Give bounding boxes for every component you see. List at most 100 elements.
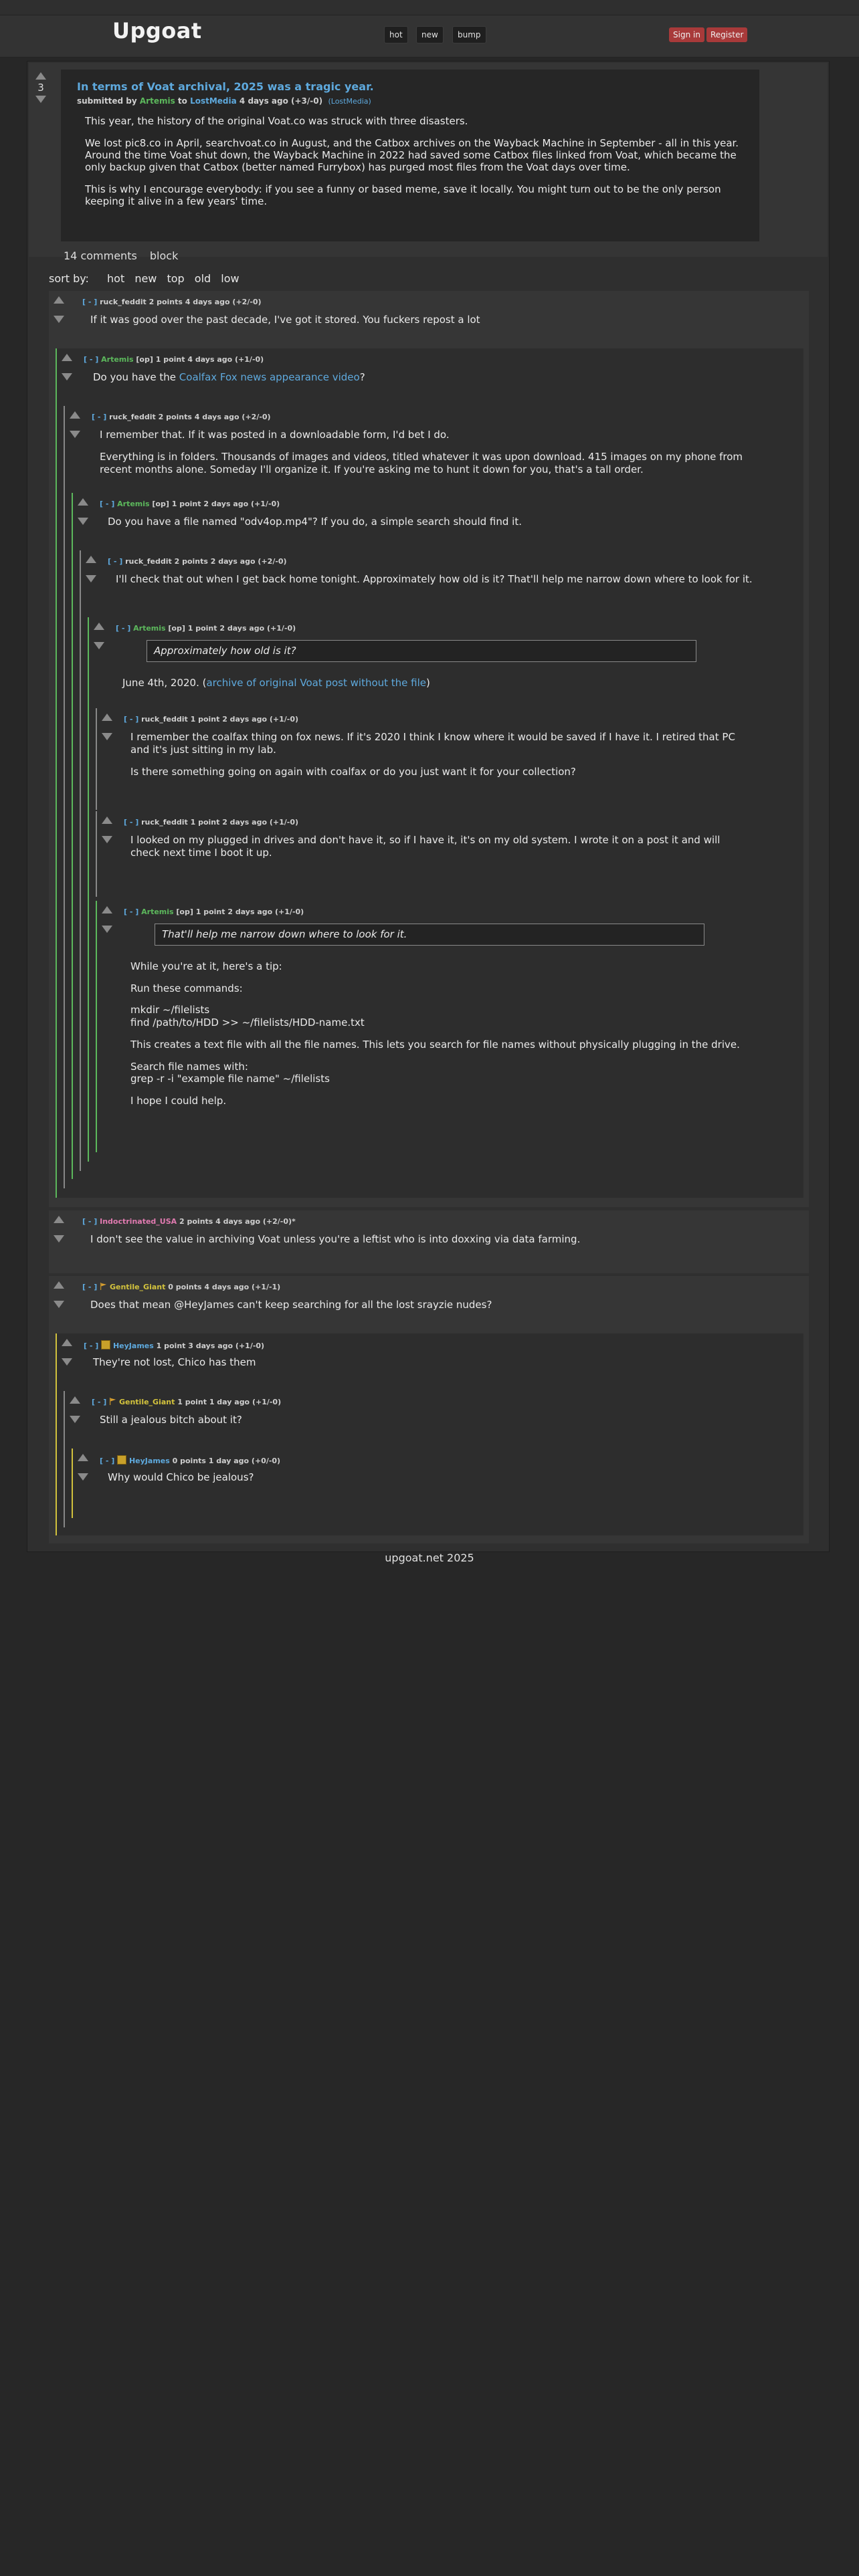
archive-link[interactable]: archive of original Voat post without th…: [206, 677, 426, 689]
comment-text: ): [426, 676, 430, 689]
comment-user[interactable]: ruck_feddit: [125, 557, 172, 566]
upvote-icon[interactable]: [94, 623, 104, 630]
block-link[interactable]: block: [150, 249, 178, 262]
downvote-icon[interactable]: [54, 316, 64, 323]
collapse-toggle[interactable]: [ - ]: [116, 624, 130, 633]
flag-icon: [110, 1398, 116, 1405]
post-footer: 14 comments block: [64, 249, 187, 262]
collapse-toggle[interactable]: [ - ]: [92, 413, 106, 421]
collapse-toggle[interactable]: [ - ]: [124, 907, 138, 916]
downvote-icon[interactable]: [62, 373, 72, 381]
comment: [ - ] ruck_feddit 1 point 2 days ago (+1…: [96, 811, 783, 897]
comment-user[interactable]: Artemis: [141, 907, 173, 916]
downvote-icon[interactable]: [94, 642, 104, 649]
upvote-icon[interactable]: [62, 354, 72, 361]
video-link[interactable]: Coalfax Fox news appearance video: [179, 371, 360, 383]
site-logo[interactable]: Upgoat: [112, 18, 202, 43]
nav-bump-button[interactable]: bump: [452, 26, 486, 43]
collapse-toggle[interactable]: [ - ]: [124, 818, 138, 827]
comment-user[interactable]: ruck_feddit: [100, 298, 147, 306]
comment-vote: [53, 1281, 65, 1308]
comment-text: I remember the coalfax thing on fox news…: [130, 731, 735, 756]
comment-user[interactable]: ruck_feddit: [141, 715, 188, 724]
comment-header: [ - ] Gentile_Giant 0 points 4 days ago …: [82, 1283, 280, 1291]
comment-user[interactable]: HeyJames: [129, 1457, 170, 1465]
upvote-icon[interactable]: [54, 1281, 64, 1289]
comment-header: [ - ] Indoctrinated_USA 2 points 4 days …: [82, 1217, 296, 1226]
post-author[interactable]: Artemis: [140, 96, 175, 106]
upvote-icon[interactable]: [62, 1339, 72, 1346]
downvote-icon[interactable]: [102, 733, 112, 740]
post-score: 3: [37, 82, 44, 94]
comment-user[interactable]: Gentile_Giant: [119, 1398, 175, 1406]
nav-new-button[interactable]: new: [416, 26, 444, 43]
comment-text: I'll check that out when I get back home…: [116, 573, 753, 585]
to-label: to: [177, 96, 187, 106]
upvote-icon[interactable]: [86, 556, 96, 563]
comment-text: June 4th, 2020. (: [122, 676, 207, 689]
comments-link[interactable]: 14 comments: [64, 249, 137, 262]
comment-user[interactable]: Gentile_Giant: [110, 1283, 165, 1291]
comment-header: [ - ] Artemis [op] 1 point 2 days ago (+…: [100, 500, 280, 508]
collapse-toggle[interactable]: [ - ]: [100, 500, 114, 508]
post-title[interactable]: In terms of Voat archival, 2025 was a tr…: [77, 80, 374, 93]
sort-old[interactable]: old: [195, 272, 211, 285]
upvote-icon[interactable]: [54, 296, 64, 304]
upvote-icon[interactable]: [78, 1454, 88, 1461]
upvote-icon[interactable]: [102, 817, 112, 824]
sort-low[interactable]: low: [221, 272, 239, 285]
collapse-toggle[interactable]: [ - ]: [82, 1283, 97, 1291]
upvote-icon[interactable]: [70, 1396, 80, 1404]
comment-meta: 2 points 4 days ago (+2/-0)*: [179, 1217, 296, 1226]
sign-in-button[interactable]: Sign in: [669, 27, 704, 42]
upvote-icon[interactable]: [78, 498, 88, 506]
op-badge: [op]: [168, 624, 185, 633]
collapse-toggle[interactable]: [ - ]: [124, 715, 138, 724]
comment-user[interactable]: ruck_feddit: [109, 413, 156, 421]
downvote-icon[interactable]: [54, 1301, 64, 1308]
comment-user[interactable]: ruck_feddit: [141, 818, 188, 827]
comment-user[interactable]: Artemis: [117, 500, 149, 508]
post-content: In terms of Voat archival, 2025 was a tr…: [61, 70, 759, 241]
downvote-icon[interactable]: [86, 575, 96, 582]
downvote-icon[interactable]: [70, 1416, 80, 1423]
register-button[interactable]: Register: [706, 27, 748, 42]
downvote-icon[interactable]: [78, 518, 88, 525]
op-badge: [op]: [176, 907, 193, 916]
sort-new[interactable]: new: [134, 272, 157, 285]
comment-user[interactable]: Indoctrinated_USA: [100, 1217, 177, 1226]
comment-vote: [101, 817, 113, 843]
comment-text: They're not lost, Chico has them: [93, 1356, 256, 1368]
downvote-icon[interactable]: [102, 836, 112, 843]
downvote-icon[interactable]: [62, 1358, 72, 1366]
downvote-icon[interactable]: [102, 926, 112, 933]
upvote-icon[interactable]: [102, 906, 112, 914]
collapse-toggle[interactable]: [ - ]: [92, 1398, 106, 1406]
comment-header: [ - ] ruck_feddit 1 point 2 days ago (+1…: [124, 818, 298, 827]
collapse-toggle[interactable]: [ - ]: [84, 355, 98, 364]
downvote-icon[interactable]: [78, 1473, 88, 1481]
comment-user[interactable]: HeyJames: [113, 1341, 154, 1350]
post-sub-tag[interactable]: (LostMedia): [328, 97, 371, 106]
nav-hot-button[interactable]: hot: [384, 26, 408, 43]
downvote-icon[interactable]: [70, 431, 80, 438]
comment-user[interactable]: Artemis: [101, 355, 133, 364]
comment-user[interactable]: Artemis: [133, 624, 165, 633]
post-paragraph: This year, the history of the original V…: [85, 115, 468, 127]
op-badge: [op]: [136, 355, 153, 364]
upvote-icon[interactable]: [35, 72, 46, 80]
post-community[interactable]: LostMedia: [190, 96, 237, 106]
downvote-icon[interactable]: [35, 96, 46, 103]
sort-top[interactable]: top: [167, 272, 184, 285]
collapse-toggle[interactable]: [ - ]: [82, 1217, 97, 1226]
upvote-icon[interactable]: [102, 714, 112, 721]
sort-hot[interactable]: hot: [107, 272, 124, 285]
collapse-toggle[interactable]: [ - ]: [100, 1457, 114, 1465]
collapse-toggle[interactable]: [ - ]: [82, 298, 97, 306]
collapse-toggle[interactable]: [ - ]: [108, 557, 122, 566]
upvote-icon[interactable]: [70, 411, 80, 419]
upvote-icon[interactable]: [54, 1216, 64, 1223]
comment: [ - ] ruck_feddit 2 points 4 days ago (+…: [64, 406, 799, 1188]
downvote-icon[interactable]: [54, 1235, 64, 1243]
collapse-toggle[interactable]: [ - ]: [84, 1341, 98, 1350]
